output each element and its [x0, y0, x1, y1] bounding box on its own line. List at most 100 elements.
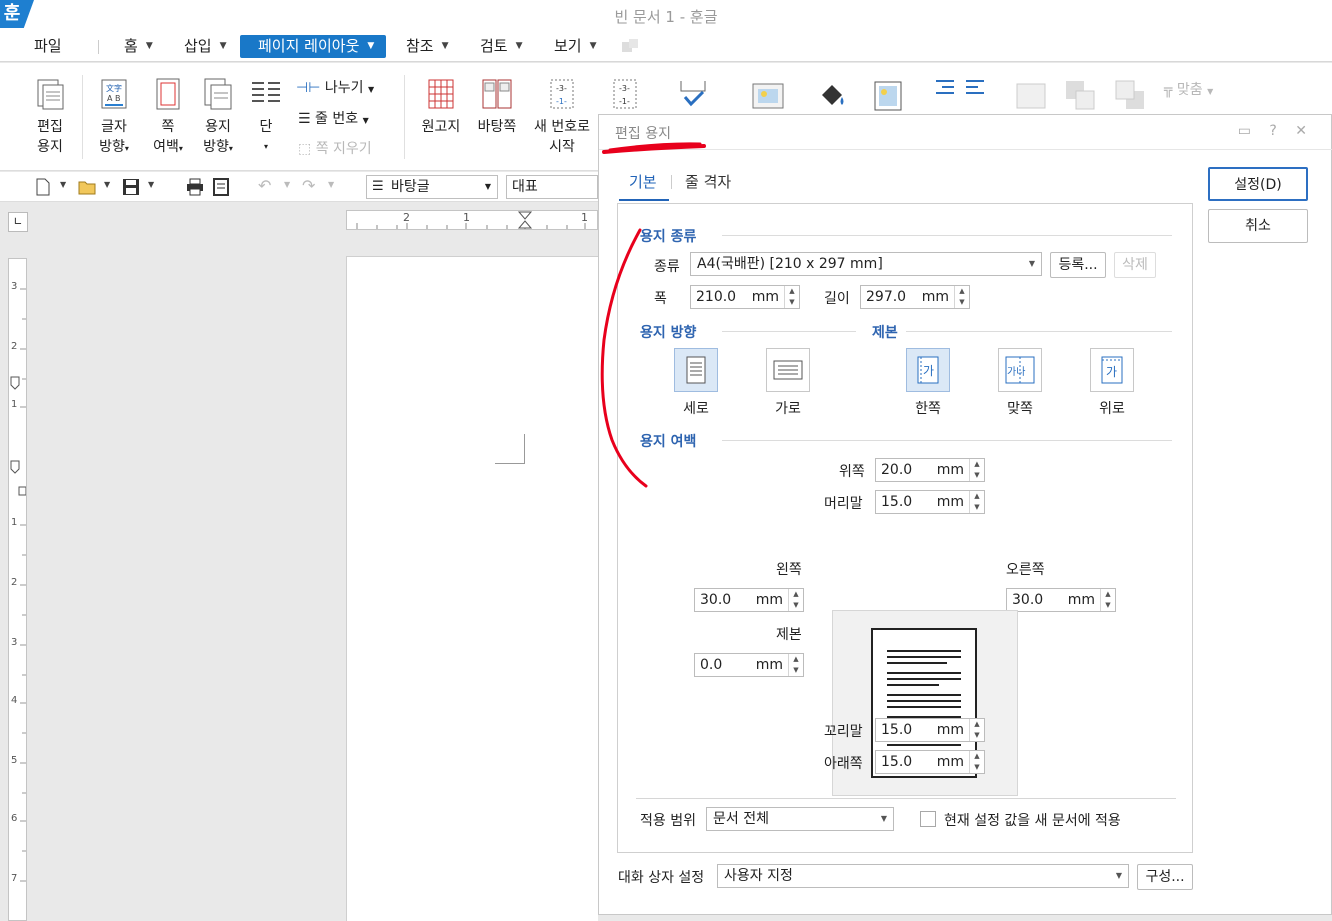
indent-left-icon[interactable] — [934, 77, 956, 99]
spin-arrows-icon[interactable]: ▲ ▼ — [969, 719, 984, 741]
manuscript-button[interactable]: 원고지 — [418, 77, 464, 137]
margin-top-field[interactable]: 20.0 mm ▲ ▼ — [875, 458, 985, 482]
close-icon[interactable]: ✕ — [1295, 123, 1307, 139]
paper-orientation-button[interactable]: 용지 방향▾ — [198, 77, 238, 159]
register-button[interactable]: 등록... — [1050, 252, 1106, 278]
vertical-ruler[interactable]: 3 2 1 1 2 3 4 5 6 7 — [8, 258, 27, 921]
align-fit-button[interactable]: ╦ 맞춤 ▼ — [1164, 79, 1213, 99]
orientation-portrait-option[interactable]: 세로 — [656, 348, 736, 418]
width-field[interactable]: 210.0 mm ▲ ▼ — [690, 285, 800, 309]
binding-top-option[interactable]: 가 위로 — [1072, 348, 1152, 418]
apply-scope-select[interactable]: 문서 전체 ▼ — [706, 807, 894, 831]
ruler-toggle-button[interactable]: ∟ — [8, 212, 28, 232]
line-number-button[interactable]: ☰ 줄 번호 ▼ — [298, 108, 369, 128]
margin-right-field[interactable]: 30.0 mm ▲ ▼ — [1006, 588, 1116, 612]
menu-review[interactable]: 검토 ▼ — [480, 35, 523, 58]
chevron-down-icon: ▼ — [1115, 871, 1122, 880]
paper-type-select[interactable]: A4(국배판) [210 x 297 mm] ▼ — [690, 252, 1042, 276]
header-margin-field[interactable]: 15.0 mm ▲ ▼ — [875, 490, 985, 514]
spin-arrows-icon[interactable]: ▲ ▼ — [788, 654, 803, 676]
document-page[interactable] — [346, 256, 598, 921]
undo-icon[interactable]: ↶ — [258, 176, 271, 195]
chevron-down-icon[interactable]: ▼ — [104, 180, 110, 189]
footer-margin-field[interactable]: 15.0 mm ▲ ▼ — [875, 718, 985, 742]
height-field[interactable]: 297.0 mm ▲ ▼ — [860, 285, 970, 309]
spin-arrows-icon[interactable]: ▲ ▼ — [784, 286, 799, 308]
svg-text:-3-: -3- — [556, 84, 567, 93]
tab-basic[interactable]: 기본 — [629, 171, 657, 192]
ruler-tick-label: 3 — [11, 281, 18, 292]
new-document-icon[interactable] — [34, 178, 52, 196]
new-number-button[interactable]: -3- -1- 새 번호로 시작 — [530, 77, 594, 157]
configure-button[interactable]: 구성... — [1137, 864, 1193, 890]
paint-bucket-icon[interactable] — [814, 79, 850, 113]
page-number-icon[interactable]: -3--1- — [608, 77, 642, 111]
menu-file[interactable]: 파일 — [34, 35, 62, 58]
apply-new-doc-checkbox[interactable] — [920, 811, 936, 827]
save-icon[interactable] — [122, 178, 140, 196]
chevron-down-icon[interactable]: ▼ — [60, 180, 66, 189]
delete-button[interactable]: 삭제 — [1114, 252, 1156, 278]
svg-text:文字: 文字 — [106, 83, 122, 93]
menu-review-label: 검토 — [480, 37, 508, 55]
comment-icon[interactable]: ▭ — [1238, 123, 1251, 139]
spin-arrows-icon[interactable]: ▲ ▼ — [969, 459, 984, 481]
divider — [599, 149, 1332, 150]
indent-right-icon[interactable] — [964, 77, 986, 99]
spin-arrows-icon[interactable]: ▲ ▼ — [788, 589, 803, 611]
svg-text:-1-: -1- — [619, 97, 630, 106]
help-icon[interactable]: ? — [1269, 123, 1276, 139]
open-folder-icon[interactable] — [78, 178, 96, 196]
redo-icon[interactable]: ↷ — [302, 176, 315, 195]
chevron-down-icon[interactable]: ▼ — [328, 180, 334, 189]
menu-view[interactable]: 보기 ▼ — [554, 35, 597, 58]
divider — [636, 798, 1176, 799]
top-binding-icon: 가 — [1090, 348, 1134, 392]
page-margin-button[interactable]: 쪽 여백▾ — [148, 77, 188, 159]
cancel-button[interactable]: 취소 — [1208, 209, 1308, 243]
chevron-down-icon[interactable]: ▼ — [148, 180, 154, 189]
edit-paper-button[interactable]: 편집 용지 — [30, 77, 70, 157]
gutter-margin-field[interactable]: 0.0 mm ▲ ▼ — [694, 653, 804, 677]
page-border-icon[interactable] — [676, 77, 710, 111]
svg-text:가나: 가나 — [1007, 366, 1025, 378]
spin-arrows-icon[interactable]: ▲ ▼ — [1100, 589, 1115, 611]
watermark-icon[interactable] — [870, 79, 906, 113]
text-direction-button[interactable]: 文字 A B 글자 방향▾ — [94, 77, 134, 159]
svg-text:-3-: -3- — [619, 84, 630, 93]
edit-paper-icon — [37, 79, 64, 110]
split-button[interactable]: ⊣⊢ 나누기 ▼ — [296, 77, 374, 97]
group-icon-disabled[interactable] — [1014, 81, 1048, 111]
binding-single-option[interactable]: 가 한쪽 — [888, 348, 968, 418]
ruler-tick-label: 1 — [11, 517, 18, 528]
settings-icon[interactable] — [620, 38, 640, 54]
orientation-landscape-option[interactable]: 가로 — [748, 348, 828, 418]
background-image-icon[interactable] — [750, 79, 786, 113]
send-backward-icon[interactable] — [1114, 79, 1148, 113]
master-page-button[interactable]: 바탕쪽 — [474, 77, 520, 137]
spin-arrows-icon[interactable]: ▲ ▼ — [969, 751, 984, 773]
binding-facing-option[interactable]: 가나 맞쪽 — [980, 348, 1060, 418]
tab-line-grid[interactable]: 줄 격자 — [685, 171, 731, 192]
menu-home[interactable]: 홈 ▼ — [124, 35, 153, 58]
delete-page-button[interactable]: ⬚ 쪽 지우기 — [298, 138, 372, 158]
print-icon[interactable] — [186, 178, 204, 196]
ok-button[interactable]: 설정(D) — [1208, 167, 1308, 201]
menu-insert[interactable]: 삽입 ▼ — [184, 35, 227, 58]
facing-binding-icon: 가나 — [998, 348, 1042, 392]
header-margin-value: 15.0 — [881, 494, 913, 510]
menu-references[interactable]: 참조 ▼ — [406, 35, 449, 58]
font-select[interactable]: 대표 — [506, 175, 598, 199]
style-select[interactable]: ☰ 바탕글 ▼ — [366, 175, 498, 199]
print-preview-icon[interactable] — [212, 178, 230, 196]
chevron-down-icon[interactable]: ▼ — [284, 180, 290, 189]
columns-button[interactable]: 단 ▾ — [248, 77, 284, 157]
margin-left-field[interactable]: 30.0 mm ▲ ▼ — [694, 588, 804, 612]
dialog-setting-select[interactable]: 사용자 지정 ▼ — [717, 864, 1129, 888]
bring-forward-icon[interactable] — [1064, 79, 1098, 113]
margin-bottom-field[interactable]: 15.0 mm ▲ ▼ — [875, 750, 985, 774]
menu-page-layout[interactable]: 페이지 레이아웃 ▼ — [240, 35, 387, 58]
spin-arrows-icon[interactable]: ▲ ▼ — [969, 491, 984, 513]
horizontal-ruler[interactable]: 2 1 1 — [346, 210, 598, 230]
spin-arrows-icon[interactable]: ▲ ▼ — [954, 286, 969, 308]
